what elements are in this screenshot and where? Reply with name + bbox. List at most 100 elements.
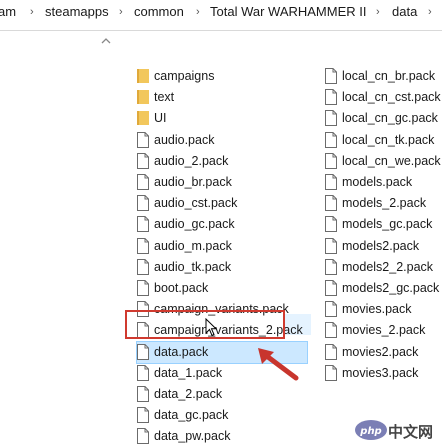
file-name: data_pw.pack bbox=[154, 429, 231, 444]
folder-icon bbox=[137, 90, 149, 105]
file-icon bbox=[137, 152, 149, 169]
watermark-text: 中文网 bbox=[388, 423, 434, 441]
file-icon bbox=[137, 174, 149, 190]
folder-item[interactable]: text bbox=[137, 87, 307, 108]
file-name: campaigns bbox=[154, 69, 215, 83]
file-name: text bbox=[154, 90, 175, 105]
file-name: audio_m.pack bbox=[154, 238, 232, 253]
file-icon bbox=[325, 131, 337, 148]
file-name: data_2.pack bbox=[154, 387, 223, 401]
folder-icon bbox=[137, 111, 149, 126]
file-name: movies.pack bbox=[342, 302, 412, 317]
breadcrumb-separator-icon[interactable]: › bbox=[376, 0, 380, 30]
file-item[interactable]: models2.pack bbox=[325, 236, 442, 257]
file-item[interactable]: audio_gc.pack bbox=[137, 214, 307, 235]
file-item[interactable]: movies2.pack bbox=[325, 342, 442, 363]
chevron-up-icon[interactable] bbox=[101, 36, 111, 46]
breadcrumb-segment[interactable]: steamapps bbox=[45, 0, 109, 30]
site-watermark: php 中文网 bbox=[352, 415, 442, 445]
file-item[interactable]: local_cn_we.pack bbox=[325, 151, 442, 172]
file-name: data.pack bbox=[154, 344, 209, 359]
file-name: movies3.pack bbox=[342, 365, 419, 380]
file-name: models_2.pack bbox=[342, 196, 427, 211]
file-icon bbox=[137, 237, 149, 254]
file-item[interactable]: local_cn_gc.pack bbox=[325, 108, 442, 129]
file-name: audio_br.pack bbox=[154, 175, 232, 189]
file-icon bbox=[325, 174, 337, 190]
file-icon bbox=[325, 322, 337, 339]
file-icon bbox=[325, 364, 337, 381]
file-icon bbox=[325, 68, 337, 84]
file-icon bbox=[325, 343, 337, 360]
file-item[interactable]: models.pack bbox=[325, 172, 442, 193]
file-icon bbox=[325, 216, 337, 233]
file-icon bbox=[137, 258, 149, 275]
file-item[interactable]: audio.pack bbox=[137, 130, 307, 151]
file-item[interactable]: movies3.pack bbox=[325, 363, 442, 384]
breadcrumb-separator-icon[interactable]: › bbox=[428, 0, 432, 30]
file-icon bbox=[325, 258, 337, 275]
breadcrumb-separator-icon[interactable]: › bbox=[196, 0, 200, 30]
file-item[interactable]: data_gc.pack bbox=[137, 405, 307, 426]
breadcrumb-segment[interactable]: Total War WARHAMMER II bbox=[210, 0, 367, 30]
file-icon bbox=[137, 407, 149, 424]
file-icon bbox=[137, 364, 149, 381]
file-item[interactable]: local_cn_tk.pack bbox=[325, 130, 442, 151]
file-name: boot.pack bbox=[154, 281, 209, 295]
file-name: local_cn_we.pack bbox=[342, 153, 441, 168]
mouse-cursor-icon bbox=[205, 318, 218, 337]
file-name: data_1.pack bbox=[154, 365, 223, 380]
file-name: models2_2.pack bbox=[342, 259, 434, 274]
file-item[interactable]: movies_2.pack bbox=[325, 320, 442, 341]
file-item[interactable]: boot.pack bbox=[137, 278, 307, 299]
file-item[interactable]: models_2.pack bbox=[325, 193, 442, 214]
file-icon bbox=[325, 195, 337, 212]
file-item[interactable]: audio_cst.pack bbox=[137, 193, 307, 214]
file-icon bbox=[137, 216, 149, 233]
php-logo-icon: php bbox=[355, 420, 387, 440]
file-name: UI bbox=[154, 111, 167, 126]
file-item[interactable]: local_cn_br.pack bbox=[325, 66, 442, 87]
file-item[interactable]: models2_2.pack bbox=[325, 257, 442, 278]
file-icon bbox=[137, 280, 149, 296]
file-name: models_gc.pack bbox=[342, 217, 433, 232]
file-icon bbox=[137, 386, 149, 402]
annotation-arrow-icon bbox=[258, 348, 299, 381]
file-icon bbox=[325, 89, 337, 106]
breadcrumb-segment[interactable]: common bbox=[134, 0, 184, 30]
file-icon bbox=[137, 131, 149, 148]
file-name: local_cn_cst.pack bbox=[342, 90, 441, 105]
file-item[interactable]: models_gc.pack bbox=[325, 214, 442, 235]
file-item[interactable]: audio_m.pack bbox=[137, 236, 307, 257]
address-bar[interactable]: am › steamapps › common › Total War WARH… bbox=[0, 0, 442, 31]
folder-item[interactable]: UI bbox=[137, 108, 307, 129]
breadcrumb-separator-icon[interactable]: › bbox=[30, 0, 34, 30]
file-item[interactable]: data_pw.pack bbox=[137, 426, 307, 447]
file-name: models2_gc.pack bbox=[342, 281, 440, 295]
file-name: local_cn_gc.pack bbox=[342, 111, 438, 126]
file-icon bbox=[137, 343, 149, 360]
breadcrumb-segment[interactable]: am bbox=[0, 0, 16, 30]
folder-item[interactable]: campaigns bbox=[137, 66, 307, 87]
file-item[interactable]: audio_tk.pack bbox=[137, 257, 307, 278]
file-item[interactable]: models2_gc.pack bbox=[325, 278, 442, 299]
file-name: models2.pack bbox=[342, 238, 420, 253]
breadcrumb-segment[interactable]: data bbox=[392, 0, 417, 30]
file-item[interactable]: data_2.pack bbox=[137, 384, 307, 405]
file-name: audio_gc.pack bbox=[154, 217, 235, 232]
file-item[interactable]: local_cn_cst.pack bbox=[325, 87, 442, 108]
file-item[interactable]: audio_2.pack bbox=[137, 151, 307, 172]
file-icon bbox=[325, 237, 337, 254]
file-item[interactable]: movies.pack bbox=[325, 299, 442, 320]
file-icon bbox=[325, 152, 337, 169]
folder-icon bbox=[137, 69, 149, 83]
file-icon bbox=[325, 280, 337, 296]
file-name: local_cn_br.pack bbox=[342, 69, 436, 83]
file-icon bbox=[325, 301, 337, 318]
breadcrumb-separator-icon[interactable]: › bbox=[119, 0, 123, 30]
file-icon bbox=[137, 428, 149, 445]
file-name: audio_tk.pack bbox=[154, 259, 232, 274]
file-name: data_gc.pack bbox=[154, 408, 229, 423]
file-item[interactable]: audio_br.pack bbox=[137, 172, 307, 193]
file-name: local_cn_tk.pack bbox=[342, 132, 435, 147]
